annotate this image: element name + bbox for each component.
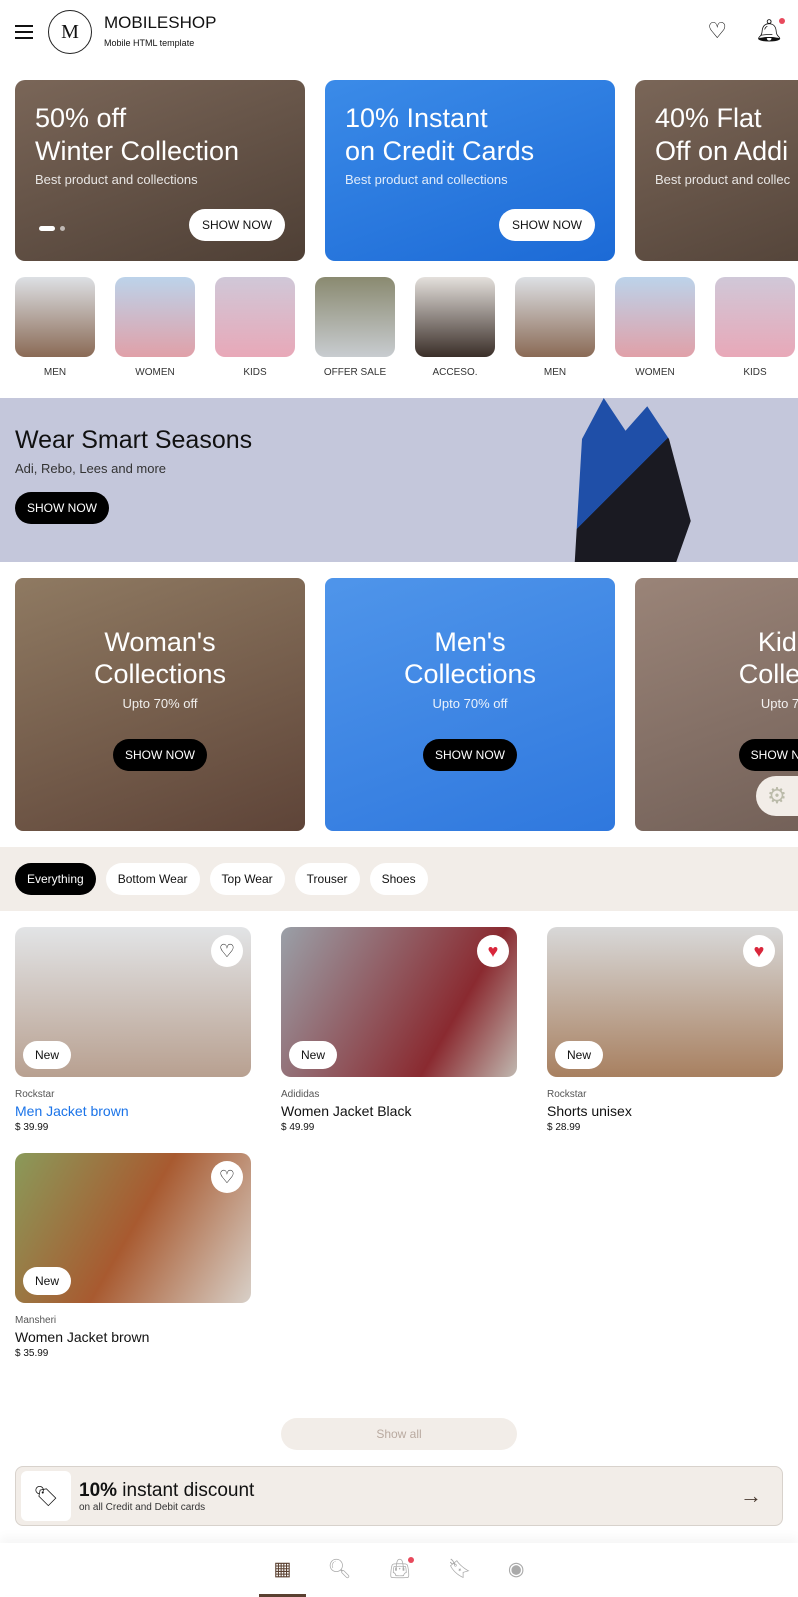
settings-gear-icon[interactable]: ⚙ (756, 776, 798, 816)
menu-icon[interactable] (15, 25, 33, 39)
carousel-dots[interactable] (39, 226, 65, 231)
promo-title: 50% off Winter Collection (35, 103, 240, 166)
category-offer-sale[interactable]: OFFER SALE (315, 277, 395, 378)
discount-banner[interactable]: 🏷︎ 10% instant discount on all Credit and… (15, 1466, 783, 1526)
new-badge: New (23, 1267, 72, 1295)
show-all-button[interactable]: Show all (281, 1418, 517, 1450)
arrow-right-icon[interactable]: → (740, 1483, 762, 1509)
new-badge: New (23, 1041, 72, 1069)
promo-title: 40% Flat Off on Addi (655, 103, 789, 166)
show-now-button[interactable]: SHOW NO (738, 739, 798, 771)
tag-icon: 🏷︎ (21, 1471, 71, 1521)
app-subtitle: Mobile HTML template (104, 38, 195, 48)
notification-dot (779, 18, 785, 24)
bookmark-icon[interactable]: 🔖︎ (448, 1557, 472, 1581)
search-doc-icon[interactable]: 🔍︎ (327, 1557, 351, 1581)
favorite-icon[interactable]: ♡ (211, 935, 243, 967)
bottom-nav: ▦ 🔍︎ 👜︎ 🔖︎ ◉ (0, 1543, 798, 1597)
category-women[interactable]: WOMEN (615, 277, 695, 378)
product-grid: ♡ New Rockstar Men Jacket brown $ 39.99 ♥ Ne… (0, 911, 798, 1375)
filter-shoes[interactable]: Shoes (369, 863, 428, 895)
product-card[interactable]: ♥ New Rockstar Shorts unisex $ 28.99 (547, 927, 783, 1133)
collections-carousel[interactable]: Woman's Collections Upto 70% off SHOW NOW… (0, 562, 798, 831)
category-kids[interactable]: KIDS (715, 277, 795, 378)
product-name-link[interactable]: Men Jacket brown (15, 1103, 251, 1119)
shopping-bag-icon[interactable]: 👜︎ (388, 1557, 414, 1581)
banner-show-now-button[interactable]: SHOW NOW (15, 492, 109, 524)
show-now-button[interactable]: SHOW NOW (113, 739, 207, 771)
category-accessories[interactable]: ACCESO. (415, 277, 495, 378)
favorite-filled-icon[interactable]: ♥ (743, 935, 775, 967)
header: M MOBILESHOP Mobile HTML template ♡ 🔔︎ (0, 0, 798, 64)
new-badge: New (289, 1041, 338, 1069)
new-badge: New (555, 1041, 604, 1069)
product-card[interactable]: ♥ New Adididas Women Jacket Black $ 49.99 (281, 927, 517, 1133)
show-now-button[interactable]: SHOW NOW (423, 739, 517, 771)
promo-card[interactable]: 50% off Winter Collection Best product an… (15, 80, 305, 261)
filter-bottom-wear[interactable]: Bottom Wear (105, 863, 200, 895)
promo-card[interactable]: 40% Flat Off on Addi Best product and col… (635, 80, 798, 261)
category-men[interactable]: MEN (15, 277, 95, 378)
heart-icon[interactable]: ♡ (707, 18, 727, 44)
bell-icon[interactable]: 🔔︎ (755, 18, 785, 44)
product-card[interactable]: ♡ New Mansheri Women Jacket brown $ 35.99 (15, 1153, 251, 1359)
collection-card[interactable]: Woman's Collections Upto 70% off SHOW NOW (15, 578, 305, 831)
promo-title: 10% Instant on Credit Cards (345, 103, 535, 166)
app-title: MOBILESHOP (104, 13, 217, 32)
product-card[interactable]: ♡ New Rockstar Men Jacket brown $ 39.99 (15, 927, 251, 1133)
show-now-button[interactable]: SHOW NOW (499, 209, 595, 241)
filter-everything[interactable]: Everything (15, 863, 96, 895)
promo-card[interactable]: 10% Instant on Credit Cards Best product … (325, 80, 615, 261)
category-women[interactable]: WOMEN (115, 277, 195, 378)
promo-sub: Best product and collec (655, 172, 791, 187)
show-now-button[interactable]: SHOW NOW (189, 209, 285, 241)
logo[interactable]: M (48, 10, 92, 54)
filter-chips: Everything Bottom Wear Top Wear Trouser … (0, 847, 798, 911)
category-list: MEN WOMEN KIDS OFFER SALE ACCESO. MEN WO… (0, 261, 798, 378)
user-icon[interactable]: ◉ (508, 1558, 525, 1581)
promo-sub: Best product and collections (345, 172, 508, 187)
collection-card[interactable]: Men's Collections Upto 70% off SHOW NOW (325, 578, 615, 831)
store-icon[interactable]: ▦ (258, 1558, 307, 1597)
favorite-icon[interactable]: ♡ (211, 1161, 243, 1193)
category-kids[interactable]: KIDS (215, 277, 295, 378)
promo-sub: Best product and collections (35, 172, 198, 187)
promo-banner: Wear Smart Seasons Adi, Rebo, Lees and m… (0, 398, 798, 562)
promo-carousel[interactable]: 50% off Winter Collection Best product an… (0, 80, 798, 261)
category-men[interactable]: MEN (515, 277, 595, 378)
models-image (574, 398, 691, 562)
favorite-filled-icon[interactable]: ♥ (477, 935, 509, 967)
filter-trouser[interactable]: Trouser (294, 863, 360, 895)
filter-top-wear[interactable]: Top Wear (209, 863, 285, 895)
